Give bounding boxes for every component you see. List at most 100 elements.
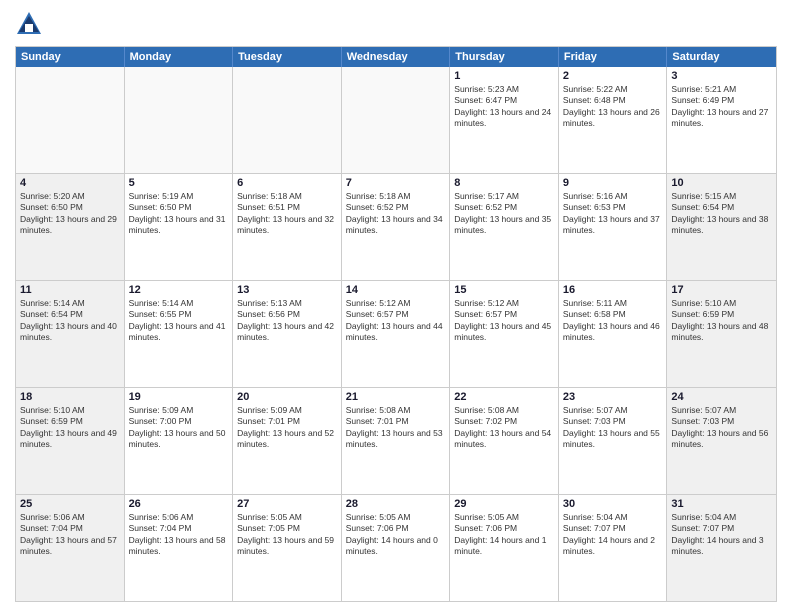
calendar-cell-18: 18 Sunrise: 5:10 AMSunset: 6:59 PMDayligh…	[16, 388, 125, 494]
header-day-monday: Monday	[125, 47, 234, 67]
cell-info: Sunrise: 5:20 AMSunset: 6:50 PMDaylight:…	[20, 191, 120, 237]
calendar-cell-29: 29 Sunrise: 5:05 AMSunset: 7:06 PMDayligh…	[450, 495, 559, 601]
header-day-saturday: Saturday	[667, 47, 776, 67]
cell-info: Sunrise: 5:12 AMSunset: 6:57 PMDaylight:…	[454, 298, 554, 344]
cell-info: Sunrise: 5:07 AMSunset: 7:03 PMDaylight:…	[563, 405, 663, 451]
calendar-cell-17: 17 Sunrise: 5:10 AMSunset: 6:59 PMDayligh…	[667, 281, 776, 387]
day-number: 20	[237, 391, 337, 403]
cell-info: Sunrise: 5:15 AMSunset: 6:54 PMDaylight:…	[671, 191, 772, 237]
cell-info: Sunrise: 5:10 AMSunset: 6:59 PMDaylight:…	[20, 405, 120, 451]
cell-info: Sunrise: 5:06 AMSunset: 7:04 PMDaylight:…	[20, 512, 120, 558]
day-number: 21	[346, 391, 446, 403]
cell-info: Sunrise: 5:09 AMSunset: 7:01 PMDaylight:…	[237, 405, 337, 451]
cell-info: Sunrise: 5:17 AMSunset: 6:52 PMDaylight:…	[454, 191, 554, 237]
calendar-cell-23: 23 Sunrise: 5:07 AMSunset: 7:03 PMDayligh…	[559, 388, 668, 494]
cell-info: Sunrise: 5:21 AMSunset: 6:49 PMDaylight:…	[671, 84, 772, 130]
cell-info: Sunrise: 5:14 AMSunset: 6:55 PMDaylight:…	[129, 298, 229, 344]
cell-info: Sunrise: 5:04 AMSunset: 7:07 PMDaylight:…	[671, 512, 772, 558]
calendar-cell-26: 26 Sunrise: 5:06 AMSunset: 7:04 PMDayligh…	[125, 495, 234, 601]
calendar-cell-22: 22 Sunrise: 5:08 AMSunset: 7:02 PMDayligh…	[450, 388, 559, 494]
day-number: 28	[346, 498, 446, 510]
calendar-cell-24: 24 Sunrise: 5:07 AMSunset: 7:03 PMDayligh…	[667, 388, 776, 494]
day-number: 25	[20, 498, 120, 510]
calendar-cell-27: 27 Sunrise: 5:05 AMSunset: 7:05 PMDayligh…	[233, 495, 342, 601]
logo-icon	[15, 10, 43, 38]
day-number: 18	[20, 391, 120, 403]
calendar-cell-19: 19 Sunrise: 5:09 AMSunset: 7:00 PMDayligh…	[125, 388, 234, 494]
day-number: 9	[563, 177, 663, 189]
day-number: 16	[563, 284, 663, 296]
day-number: 30	[563, 498, 663, 510]
calendar: SundayMondayTuesdayWednesdayThursdayFrid…	[15, 46, 777, 602]
calendar-cell-12: 12 Sunrise: 5:14 AMSunset: 6:55 PMDayligh…	[125, 281, 234, 387]
calendar-cell-1: 1 Sunrise: 5:23 AMSunset: 6:47 PMDaylight…	[450, 67, 559, 173]
calendar-cell-13: 13Sunrise: 5:13 AMSunset: 6:56 PMDayligh…	[233, 281, 342, 387]
calendar-cell-empty-0-1	[125, 67, 234, 173]
cell-info: Sunrise: 5:12 AMSunset: 6:57 PMDaylight:…	[346, 298, 446, 344]
day-number: 6	[237, 177, 337, 189]
calendar-cell-21: 21Sunrise: 5:08 AMSunset: 7:01 PMDayligh…	[342, 388, 451, 494]
cell-info: Sunrise: 5:06 AMSunset: 7:04 PMDaylight:…	[129, 512, 229, 558]
calendar-row-0: 1 Sunrise: 5:23 AMSunset: 6:47 PMDaylight…	[16, 67, 776, 173]
calendar-cell-4: 4 Sunrise: 5:20 AMSunset: 6:50 PMDaylight…	[16, 174, 125, 280]
day-number: 3	[671, 70, 772, 82]
day-number: 8	[454, 177, 554, 189]
calendar-cell-11: 11 Sunrise: 5:14 AMSunset: 6:54 PMDayligh…	[16, 281, 125, 387]
day-number: 2	[563, 70, 663, 82]
calendar-cell-2: 2 Sunrise: 5:22 AMSunset: 6:48 PMDaylight…	[559, 67, 668, 173]
page: SundayMondayTuesdayWednesdayThursdayFrid…	[0, 0, 792, 612]
cell-info: Sunrise: 5:08 AMSunset: 7:02 PMDaylight:…	[454, 405, 554, 451]
calendar-cell-25: 25 Sunrise: 5:06 AMSunset: 7:04 PMDayligh…	[16, 495, 125, 601]
cell-info: Sunrise: 5:23 AMSunset: 6:47 PMDaylight:…	[454, 84, 554, 130]
header	[15, 10, 777, 38]
day-number: 24	[671, 391, 772, 403]
day-number: 1	[454, 70, 554, 82]
day-number: 19	[129, 391, 229, 403]
calendar-cell-16: 16Sunrise: 5:11 AMSunset: 6:58 PMDayligh…	[559, 281, 668, 387]
calendar-cell-20: 20 Sunrise: 5:09 AMSunset: 7:01 PMDayligh…	[233, 388, 342, 494]
cell-info: Sunrise: 5:18 AMSunset: 6:51 PMDaylight:…	[237, 191, 337, 237]
day-number: 27	[237, 498, 337, 510]
cell-info: Sunrise: 5:22 AMSunset: 6:48 PMDaylight:…	[563, 84, 663, 130]
day-number: 15	[454, 284, 554, 296]
cell-info: Sunrise: 5:16 AMSunset: 6:53 PMDaylight:…	[563, 191, 663, 237]
day-number: 4	[20, 177, 120, 189]
cell-info: Sunrise: 5:05 AMSunset: 7:05 PMDaylight:…	[237, 512, 337, 558]
day-number: 7	[346, 177, 446, 189]
cell-info: Sunrise: 5:14 AMSunset: 6:54 PMDaylight:…	[20, 298, 120, 344]
header-day-sunday: Sunday	[16, 47, 125, 67]
calendar-cell-8: 8 Sunrise: 5:17 AMSunset: 6:52 PMDaylight…	[450, 174, 559, 280]
day-number: 23	[563, 391, 663, 403]
header-day-wednesday: Wednesday	[342, 47, 451, 67]
calendar-cell-10: 10 Sunrise: 5:15 AMSunset: 6:54 PMDayligh…	[667, 174, 776, 280]
calendar-cell-7: 7Sunrise: 5:18 AMSunset: 6:52 PMDaylight…	[342, 174, 451, 280]
calendar-row-2: 11 Sunrise: 5:14 AMSunset: 6:54 PMDayligh…	[16, 280, 776, 387]
calendar-cell-28: 28 Sunrise: 5:05 AMSunset: 7:06 PMDayligh…	[342, 495, 451, 601]
calendar-cell-31: 31Sunrise: 5:04 AMSunset: 7:07 PMDayligh…	[667, 495, 776, 601]
cell-info: Sunrise: 5:05 AMSunset: 7:06 PMDaylight:…	[454, 512, 554, 558]
calendar-cell-5: 5Sunrise: 5:19 AMSunset: 6:50 PMDaylight…	[125, 174, 234, 280]
day-number: 11	[20, 284, 120, 296]
cell-info: Sunrise: 5:07 AMSunset: 7:03 PMDaylight:…	[671, 405, 772, 451]
cell-info: Sunrise: 5:13 AMSunset: 6:56 PMDaylight:…	[237, 298, 337, 344]
day-number: 26	[129, 498, 229, 510]
calendar-row-3: 18 Sunrise: 5:10 AMSunset: 6:59 PMDayligh…	[16, 387, 776, 494]
day-number: 10	[671, 177, 772, 189]
header-day-friday: Friday	[559, 47, 668, 67]
day-number: 12	[129, 284, 229, 296]
cell-info: Sunrise: 5:10 AMSunset: 6:59 PMDaylight:…	[671, 298, 772, 344]
cell-info: Sunrise: 5:05 AMSunset: 7:06 PMDaylight:…	[346, 512, 446, 558]
day-number: 5	[129, 177, 229, 189]
day-number: 17	[671, 284, 772, 296]
logo	[15, 10, 47, 38]
calendar-cell-empty-0-0	[16, 67, 125, 173]
calendar-body: 1 Sunrise: 5:23 AMSunset: 6:47 PMDaylight…	[16, 67, 776, 601]
header-day-tuesday: Tuesday	[233, 47, 342, 67]
calendar-cell-empty-0-2	[233, 67, 342, 173]
cell-info: Sunrise: 5:09 AMSunset: 7:00 PMDaylight:…	[129, 405, 229, 451]
calendar-cell-3: 3 Sunrise: 5:21 AMSunset: 6:49 PMDaylight…	[667, 67, 776, 173]
day-number: 29	[454, 498, 554, 510]
calendar-cell-14: 14Sunrise: 5:12 AMSunset: 6:57 PMDayligh…	[342, 281, 451, 387]
day-number: 22	[454, 391, 554, 403]
calendar-cell-15: 15 Sunrise: 5:12 AMSunset: 6:57 PMDayligh…	[450, 281, 559, 387]
